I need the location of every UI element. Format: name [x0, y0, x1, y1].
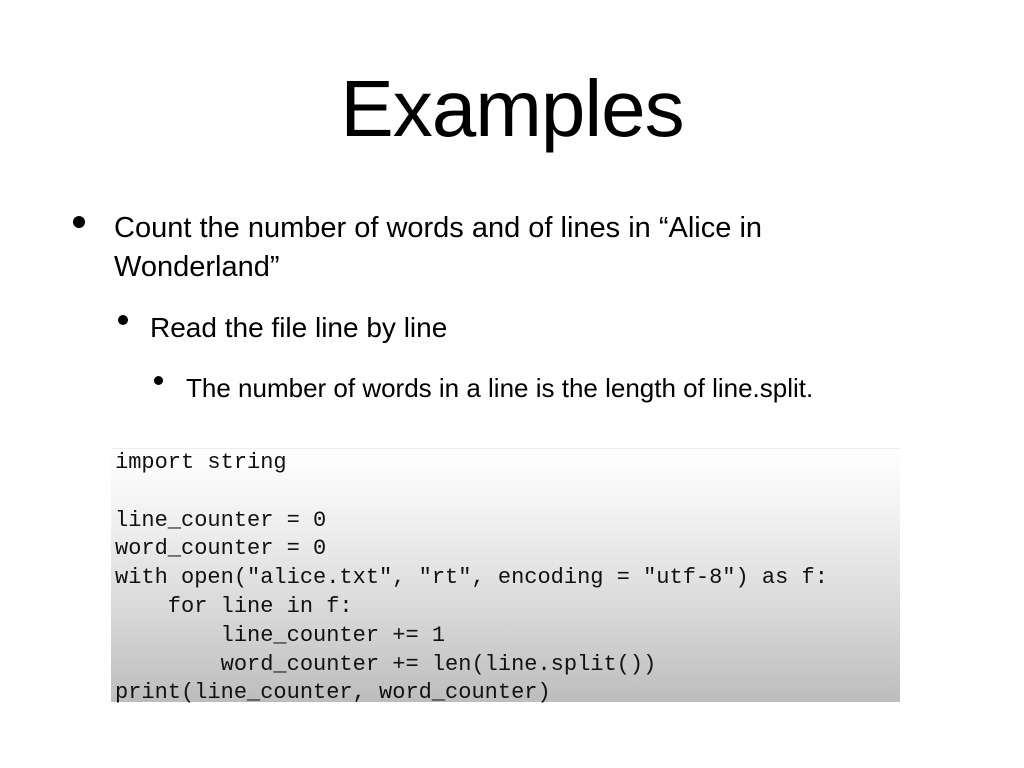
bullet-level-3: The number of words in a line is the len… [186, 373, 814, 403]
bullet-icon [118, 315, 128, 325]
slide-title: Examples [340, 64, 684, 153]
bullet-icon [73, 216, 85, 228]
bullet-icon [154, 376, 163, 385]
code-block: import string line_counter = 0 word_coun… [111, 448, 900, 705]
code-text: import string line_counter = 0 word_coun… [115, 450, 828, 706]
bullet-level-1: Count the number of words and of lines i… [114, 212, 763, 283]
bullet-level-2: Read the file line by line [150, 312, 448, 343]
